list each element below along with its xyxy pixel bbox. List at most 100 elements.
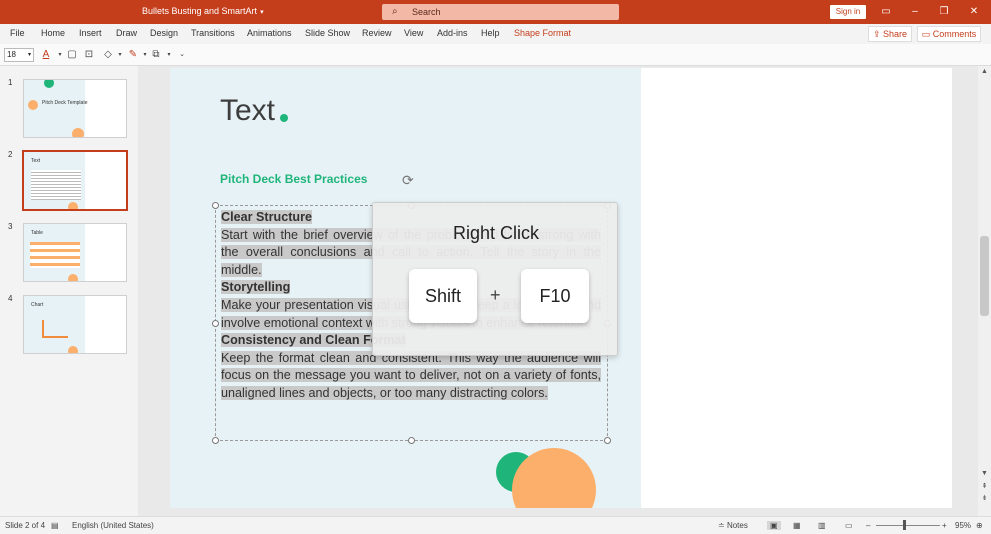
heading-storytelling: Storytelling — [221, 280, 291, 295]
more-options-icon[interactable]: ⌄ — [176, 48, 188, 62]
chevron-down-icon[interactable]: ▾ — [54, 48, 66, 62]
font-size-dropdown[interactable]: 18 ▾ — [4, 48, 34, 62]
thumb-number: 1 — [8, 78, 13, 87]
shape-outline-icon[interactable]: ✎ — [127, 48, 139, 62]
thumbnail-dot — [68, 274, 78, 281]
tab-review[interactable]: Review — [362, 28, 392, 38]
rotate-handle-icon[interactable]: ⟳ — [402, 172, 414, 189]
share-button[interactable]: ⇪ Share — [868, 26, 912, 42]
ribbon-display-icon[interactable]: ▭ — [876, 4, 896, 20]
reading-view-icon[interactable]: ▥ — [818, 521, 826, 530]
sign-in-button[interactable]: Sign in — [830, 5, 866, 19]
document-title-text: Bullets Busting and SmartArt — [142, 6, 258, 16]
notes-icon: ≐ — [718, 521, 727, 530]
resize-handle-bottom[interactable] — [408, 437, 415, 444]
tab-help[interactable]: Help — [481, 28, 500, 38]
resize-handle-bottom-right[interactable] — [604, 437, 611, 444]
fit-to-window-icon[interactable]: ⊕ — [976, 521, 983, 530]
zoom-out-icon[interactable]: – — [866, 521, 870, 530]
plus-sign: + — [490, 285, 501, 305]
zoom-slider-track[interactable] — [876, 525, 940, 526]
resize-handle-left[interactable] — [212, 320, 219, 327]
slide-thumbnail-2[interactable]: Text — [22, 150, 128, 211]
menu-bar: File Home Insert Draw Design Transitions… — [0, 24, 991, 44]
notes-button[interactable]: ≐ Notes — [718, 521, 748, 530]
font-color-icon[interactable]: A — [40, 48, 52, 62]
title-dot — [280, 114, 288, 122]
scroll-down-icon[interactable]: ▼ — [978, 470, 991, 477]
comment-icon: ▭ — [921, 29, 933, 39]
notes-label: Notes — [726, 521, 748, 530]
resize-handle-top-left[interactable] — [212, 202, 219, 209]
comments-label: Comments — [932, 29, 977, 39]
thumb-number: 2 — [8, 150, 13, 159]
new-comment-icon[interactable]: ▢ — [66, 48, 78, 62]
thumbnail-title: Chart — [31, 302, 44, 308]
next-slide-icon[interactable]: ⇟ — [978, 494, 991, 502]
minimize-icon[interactable]: – — [905, 4, 925, 20]
tab-insert[interactable]: Insert — [79, 28, 102, 38]
comments-button[interactable]: ▭ Comments — [917, 26, 981, 42]
slide-sorter-icon[interactable]: ▦ — [793, 521, 801, 530]
tab-add-ins[interactable]: Add-ins — [437, 28, 468, 38]
thumbnail-title: Pitch Deck Template — [42, 100, 88, 106]
zoom-in-icon[interactable]: + — [942, 521, 947, 530]
document-title[interactable]: Bullets Busting and SmartArt ▾ — [142, 6, 264, 16]
status-bar: Slide 2 of 4 ▤ English (United States) ≐… — [0, 516, 991, 534]
slide-thumbnail-3[interactable]: Table — [23, 223, 127, 282]
resize-handle-bottom-left[interactable] — [212, 437, 219, 444]
slide-subtitle[interactable]: Pitch Deck Best Practices — [220, 172, 367, 186]
thumbnail-dot — [72, 128, 84, 137]
slide-thumbnail-4[interactable]: Chart — [23, 295, 127, 354]
chevron-down-icon[interactable]: ▾ — [163, 48, 175, 62]
font-size-value: 18 — [7, 50, 16, 59]
thumbnail-dot — [68, 346, 78, 353]
tab-design[interactable]: Design — [150, 28, 178, 38]
arrange-icon[interactable]: ⊡ — [83, 48, 95, 62]
tab-home[interactable]: Home — [41, 28, 65, 38]
tab-transitions[interactable]: Transitions — [191, 28, 235, 38]
vertical-scrollbar[interactable]: ▲ ▼ ⇞ ⇟ — [978, 66, 991, 516]
zoom-level[interactable]: 95% — [955, 521, 971, 530]
tab-slide-show[interactable]: Slide Show — [305, 28, 350, 38]
thumb-number: 3 — [8, 222, 13, 231]
thumbnail-title: Text — [31, 158, 41, 164]
chevron-down-icon: ▾ — [260, 9, 264, 16]
chevron-down-icon[interactable]: ▾ — [114, 48, 126, 62]
close-icon[interactable]: ✕ — [964, 4, 984, 20]
previous-slide-icon[interactable]: ⇞ — [978, 482, 991, 490]
language-status[interactable]: English (United States) — [72, 521, 154, 530]
slide-show-icon[interactable]: ▭ — [845, 521, 853, 530]
tab-view[interactable]: View — [404, 28, 423, 38]
thumbnail-dot — [28, 100, 38, 110]
slide-thumbnails-pane: 1 Pitch Deck Template 2 Text 3 Table 4 C… — [0, 66, 138, 516]
scroll-up-icon[interactable]: ▲ — [978, 68, 991, 75]
paragraph-consistency: Keep the format clean and consistent. Th… — [221, 350, 601, 400]
restore-icon[interactable]: ❐ — [934, 4, 954, 20]
ribbon: 18 ▾ A ▾ ▢ ⊡ ◇ ▾ ✎ ▾ ⧉ ▾ ⌄ — [0, 44, 991, 66]
spell-check-icon[interactable]: ▤ — [51, 521, 59, 530]
heading-clear-structure: Clear Structure — [221, 210, 312, 224]
shapes-icon[interactable]: ⧉ — [150, 48, 162, 62]
normal-view-icon[interactable]: ▣ — [767, 521, 781, 530]
shape-fill-icon[interactable]: ◇ — [102, 48, 114, 62]
search-box[interactable]: ⌕ Search — [382, 4, 619, 20]
slide-thumbnail-1[interactable]: Pitch Deck Template — [23, 79, 127, 138]
thumbnail-title: Table — [31, 230, 43, 236]
tab-file[interactable]: File — [10, 28, 25, 38]
slide-title[interactable]: Text — [220, 94, 275, 128]
key-shift: Shift — [409, 269, 477, 323]
tab-shape-format[interactable]: Shape Format — [514, 28, 571, 38]
chevron-down-icon: ▾ — [27, 52, 31, 58]
thumb-number: 4 — [8, 294, 13, 303]
thumbnail-chart — [42, 320, 68, 338]
zoom-slider-knob[interactable] — [903, 520, 906, 530]
search-placeholder: Search — [412, 7, 441, 17]
shortcut-title: Right Click — [452, 223, 540, 243]
tab-draw[interactable]: Draw — [116, 28, 137, 38]
key-f10: F10 — [521, 269, 589, 323]
slide-counter: Slide 2 of 4 — [5, 521, 46, 530]
scrollbar-thumb[interactable] — [980, 236, 989, 316]
keyboard-shortcut-overlay: Right Click Shift + F10 — [372, 202, 618, 356]
tab-animations[interactable]: Animations — [247, 28, 292, 38]
